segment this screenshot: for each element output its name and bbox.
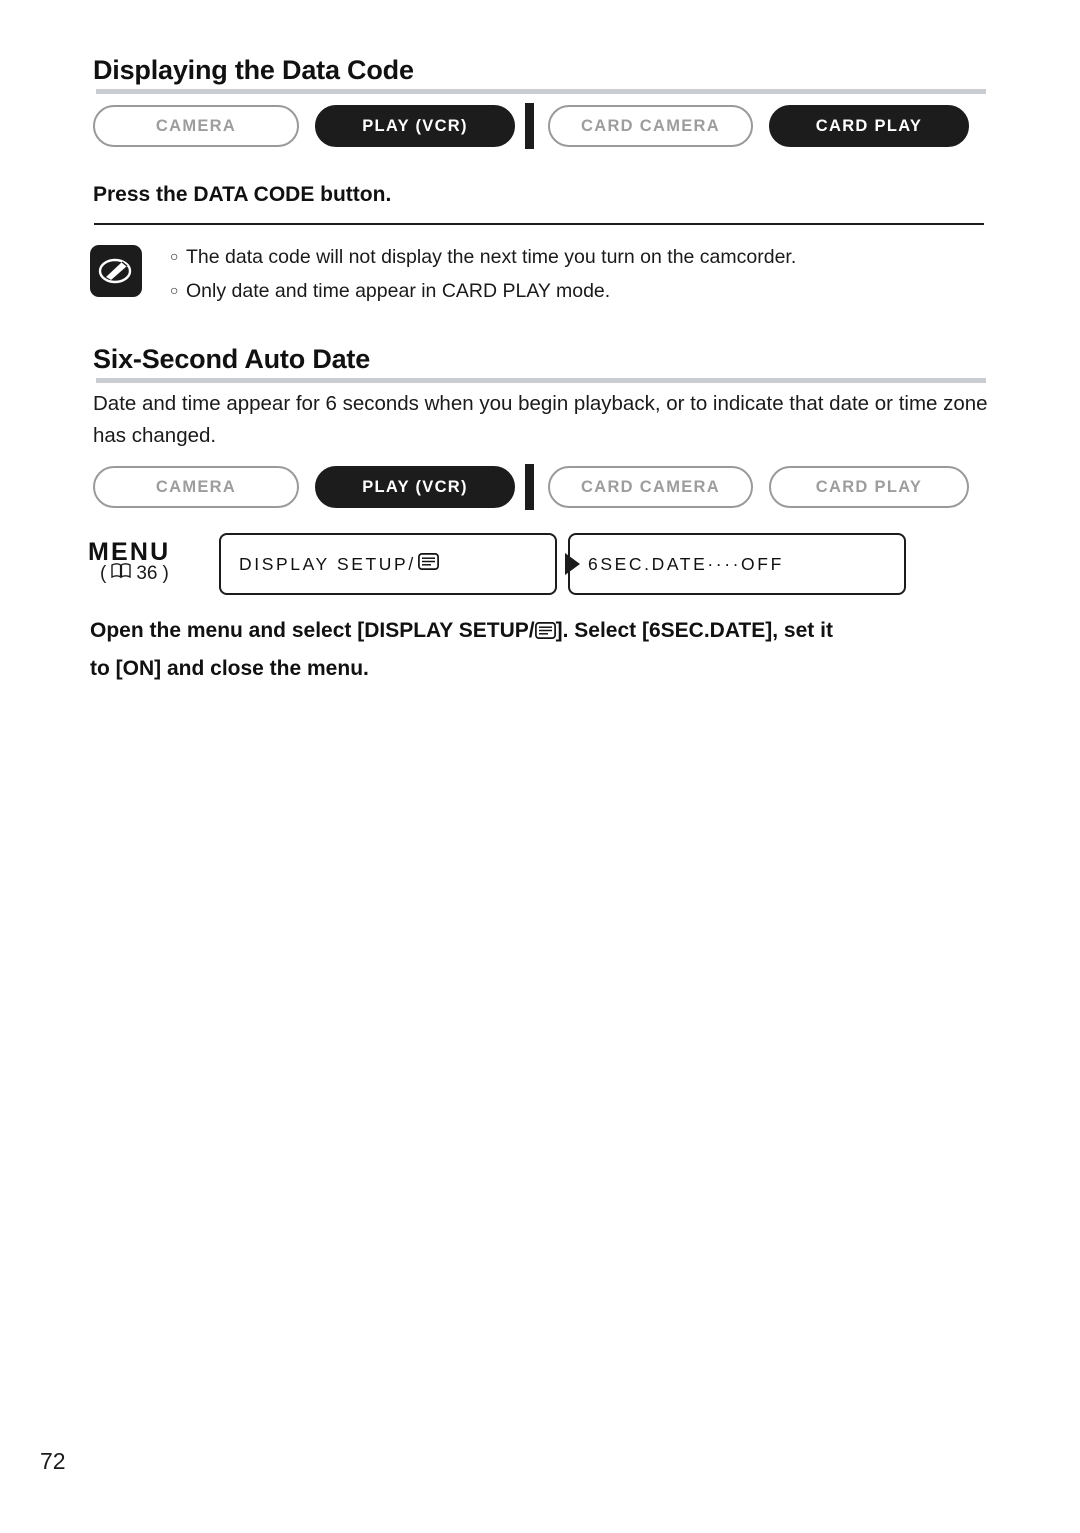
note-item-2: ○ Only date and time appear in CARD PLAY …: [170, 274, 990, 308]
instruction-open-menu-part1: Open the menu and select [DISPLAY SETUP/: [90, 619, 535, 642]
circle-bullet-icon: ○: [170, 282, 179, 298]
instruction-open-menu-line2: to [ON] and close the menu.: [90, 657, 369, 680]
book-icon: [111, 563, 132, 585]
mode-button-camera-2[interactable]: CAMERA: [93, 466, 299, 508]
tv-screen-icon: [534, 615, 556, 651]
menu-page-reference: ( 36 ): [100, 563, 169, 585]
pencil-note-icon: [90, 245, 142, 297]
ref-open-paren: (: [100, 563, 107, 584]
menu-item-6sec-date[interactable]: 6SEC.DATE····OFF: [568, 533, 906, 595]
mode-button-card-play-2[interactable]: CARD PLAY: [769, 466, 969, 508]
instruction-open-menu-part2: ]. Select [6SEC.DATE], set it: [555, 619, 833, 642]
document-page: Displaying the Data Code CAMERA PLAY (VC…: [0, 0, 1080, 1533]
instruction-press-data-code: Press the DATA CODE button.: [93, 183, 392, 206]
menu-item-display-setup-label: DISPLAY SETUP/: [239, 553, 416, 574]
mode-button-card-play-1[interactable]: CARD PLAY: [769, 105, 969, 147]
page-number: 72: [40, 1448, 66, 1474]
section-title-six-second-auto-date: Six-Second Auto Date: [93, 344, 371, 374]
section-title-displaying-data-code: Displaying the Data Code: [93, 55, 414, 85]
heading-rule-2: [96, 378, 986, 383]
mode-row-2: CAMERA PLAY (VCR) CARD CAMERA CARD PLAY: [93, 464, 969, 510]
menu-item-6sec-date-label: 6SEC.DATE····OFF: [588, 553, 784, 574]
mode-divider-1: [525, 103, 534, 149]
tv-screen-icon: [417, 553, 439, 575]
note-list: ○ The data code will not display the next…: [170, 240, 990, 308]
mode-divider-2: [525, 464, 534, 510]
rule-under-instruction: [94, 223, 984, 225]
note-text-2: Only date and time appear in CARD PLAY m…: [186, 280, 611, 302]
mode-button-card-camera-1[interactable]: CARD CAMERA: [548, 105, 753, 147]
ref-page-number: 36: [136, 563, 158, 584]
mode-row-1: CAMERA PLAY (VCR) CARD CAMERA CARD PLAY: [93, 103, 969, 149]
mode-button-play-vcr-1[interactable]: PLAY (VCR): [315, 105, 515, 147]
heading-rule-1: [96, 89, 986, 94]
mode-button-play-vcr-2[interactable]: PLAY (VCR): [315, 466, 515, 508]
note-text-1: The data code will not display the next …: [186, 246, 797, 268]
mode-button-camera-1[interactable]: CAMERA: [93, 105, 299, 147]
note-item-1: ○ The data code will not display the next…: [170, 240, 990, 274]
mode-button-card-camera-2[interactable]: CARD CAMERA: [548, 466, 753, 508]
paragraph-six-second-auto-date: Date and time appear for 6 seconds when …: [93, 392, 988, 447]
menu-item-display-setup[interactable]: DISPLAY SETUP/: [219, 533, 557, 595]
ref-close-paren: ): [162, 563, 169, 584]
circle-bullet-icon: ○: [170, 248, 179, 264]
instruction-open-menu: Open the menu and select [DISPLAY SETUP/…: [90, 613, 1020, 687]
